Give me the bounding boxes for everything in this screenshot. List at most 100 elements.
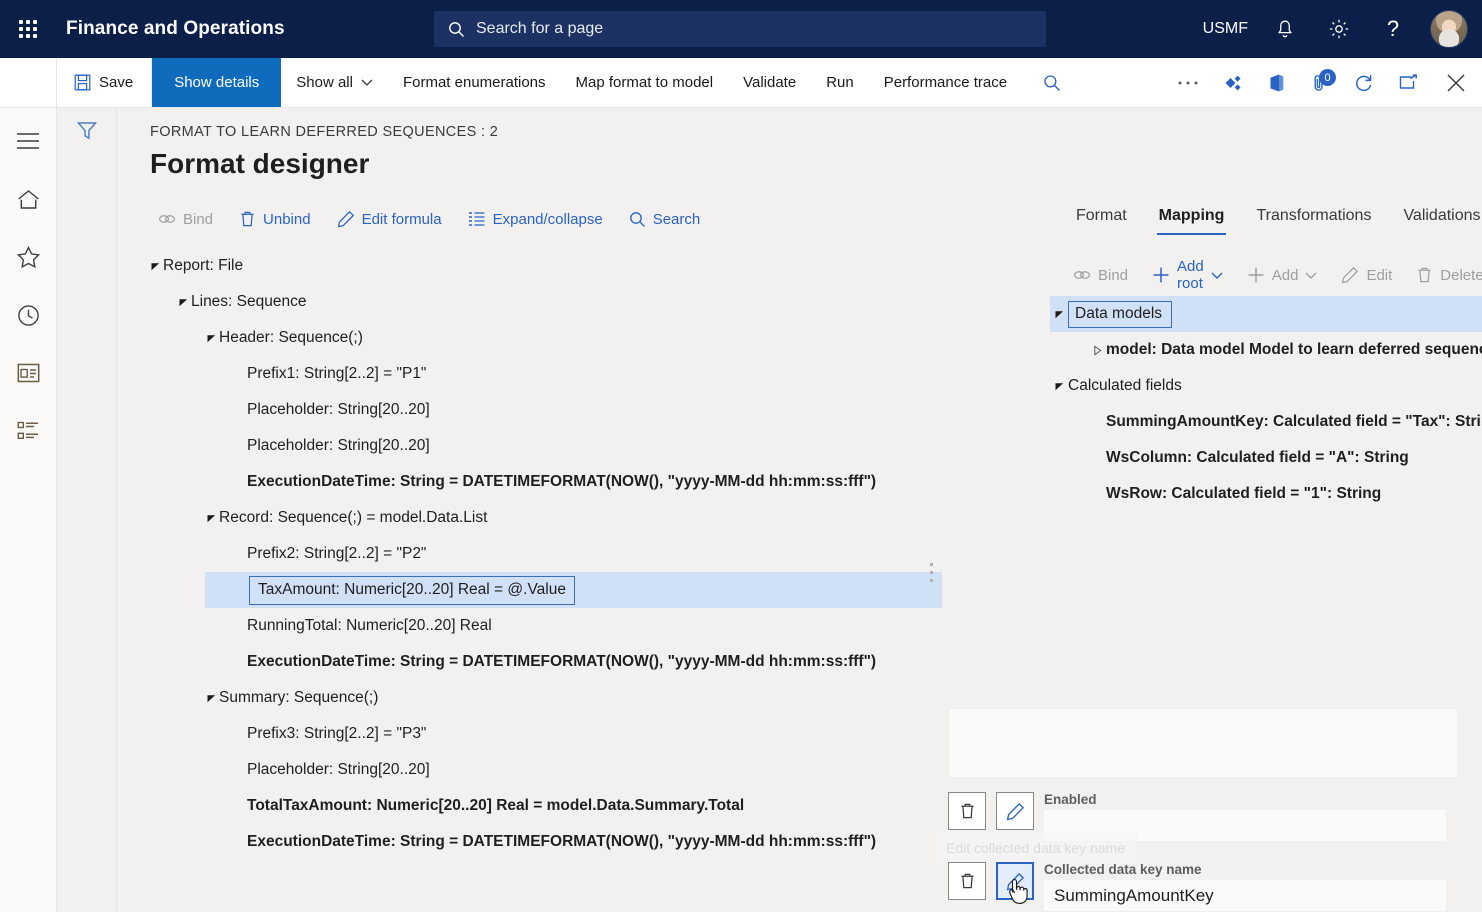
avatar[interactable] [1430, 10, 1468, 48]
collected-data-key-name-label: Collected data key name [1044, 862, 1446, 877]
caret-expanded-icon[interactable] [175, 297, 191, 308]
format-tree-row[interactable]: Header: Sequence(;) [147, 320, 947, 356]
panel-splitter[interactable] [930, 563, 933, 582]
top-navigation-bar: Finance and Operations Search for a page… [0, 0, 1482, 58]
open-in-new-window-icon[interactable] [1386, 58, 1430, 107]
caret-expanded-icon[interactable] [203, 333, 219, 344]
performance-trace-button[interactable]: Performance trace [869, 58, 1022, 107]
format-tree-row[interactable]: Prefix2: String[2..2] = "P2" [147, 536, 947, 572]
tab-format[interactable]: Format [1060, 203, 1143, 235]
left-navigation-rail [0, 108, 57, 912]
format-tree-row-label: ExecutionDateTime: String = DATETIMEFORM… [247, 653, 876, 671]
format-tree-row[interactable]: ExecutionDateTime: String = DATETIMEFORM… [147, 824, 947, 860]
show-details-button[interactable]: Show details [152, 58, 281, 107]
mapping-tree-row-label: Data models [1068, 301, 1172, 328]
format-tree-row[interactable]: TotalTaxAmount: Numeric[20..20] Real = m… [147, 788, 947, 824]
close-x-icon[interactable] [1430, 58, 1482, 107]
workspaces-icon[interactable] [11, 356, 45, 390]
filter-funnel-icon[interactable] [76, 120, 98, 912]
format-cmd-search[interactable]: Search [618, 206, 712, 233]
mapping-tree-row[interactable]: Calculated fields [1050, 368, 1482, 404]
format-tree-row-label: RunningTotal: Numeric[20..20] Real [247, 617, 492, 635]
format-tree-row-label: Report: File [163, 257, 243, 275]
edit-enabled-button[interactable] [996, 792, 1034, 830]
ellipsis-icon[interactable] [1166, 58, 1210, 107]
mapping-tree-row[interactable]: WsColumn: Calculated field = "A": String [1050, 440, 1482, 476]
paperclip-icon[interactable]: 0 [1298, 58, 1342, 107]
caret-expanded-icon[interactable] [147, 261, 163, 272]
dynamics-diamond-icon[interactable] [1210, 58, 1254, 107]
format-tree-row[interactable]: Placeholder: String[20..20] [147, 392, 947, 428]
format-tree-row[interactable]: Prefix3: String[2..2] = "P3" [147, 716, 947, 752]
office-app-icon[interactable] [1254, 58, 1298, 107]
mapping-panel-tabs: FormatMappingTransformationsValidations [1060, 203, 1482, 235]
caret-collapsed-icon[interactable] [1088, 345, 1106, 356]
format-tree-row[interactable]: ExecutionDateTime: String = DATETIMEFORM… [147, 644, 947, 680]
mapping-tree-row[interactable]: SummingAmountKey: Calculated field = "Ta… [1050, 404, 1482, 440]
clock-recent-icon[interactable] [11, 298, 45, 332]
home-icon[interactable] [11, 182, 45, 216]
waffle-grid-icon[interactable] [0, 0, 56, 58]
format-tree-row[interactable]: Prefix1: String[2..2] = "P1" [147, 356, 947, 392]
format-cmd-label: Edit formula [362, 211, 442, 228]
mapping-tree-row-selected[interactable]: Data models [1050, 296, 1482, 332]
format-cmd-bind: Bind [147, 206, 224, 233]
toolbar-search-icon[interactable] [1030, 58, 1074, 107]
format-tree-row[interactable]: Placeholder: String[20..20] [147, 428, 947, 464]
modules-list-icon[interactable] [11, 414, 45, 448]
caret-expanded-icon[interactable] [1050, 309, 1068, 320]
format-tree-row[interactable]: Report: File [147, 248, 947, 284]
format-tree-row[interactable]: Lines: Sequence [147, 284, 947, 320]
bell-icon[interactable] [1258, 0, 1312, 58]
save-button[interactable]: Save [57, 58, 152, 107]
pencil-icon [1341, 266, 1359, 284]
edit-collected-key-button[interactable] [996, 862, 1034, 900]
mapping-cmd-label: Bind [1098, 267, 1128, 284]
toolbar-left-gap [0, 58, 57, 107]
caret-expanded-icon[interactable] [1050, 381, 1068, 392]
save-label: Save [99, 74, 133, 91]
search-input[interactable]: Search for a page [434, 11, 1046, 47]
mapping-cmd-add-root[interactable]: Add root [1141, 253, 1234, 297]
format-tree-row[interactable]: Summary: Sequence(;) [147, 680, 947, 716]
format-enumerations-button[interactable]: Format enumerations [388, 58, 561, 107]
format-cmd-unbind[interactable]: Unbind [228, 205, 322, 233]
caret-expanded-icon[interactable] [203, 513, 219, 524]
caret-expanded-icon[interactable] [203, 693, 219, 704]
tab-transformations[interactable]: Transformations [1240, 203, 1387, 235]
format-tree-row[interactable]: ExecutionDateTime: String = DATETIMEFORM… [147, 464, 947, 500]
tab-mapping[interactable]: Mapping [1143, 203, 1241, 235]
run-button[interactable]: Run [811, 58, 869, 107]
format-tree-row[interactable]: Record: Sequence(;) = model.Data.List [147, 500, 947, 536]
format-tree-row-selected[interactable]: TaxAmount: Numeric[20..20] Real = @.Valu… [147, 572, 947, 608]
validate-button[interactable]: Validate [728, 58, 811, 107]
mapping-tree-row-label: WsColumn: Calculated field = "A": String [1106, 449, 1409, 467]
company-selector[interactable]: USMF [1193, 0, 1258, 58]
tab-validations[interactable]: Validations [1387, 203, 1482, 235]
format-tree-row-label: TotalTaxAmount: Numeric[20..20] Real = m… [247, 797, 744, 815]
map-format-to-model-button[interactable]: Map format to model [561, 58, 729, 107]
mapping-command-bar: BindAdd rootAddEditDelete [1062, 253, 1482, 297]
format-cmd-expand-collapse[interactable]: Expand/collapse [457, 206, 614, 233]
mapping-cmd-delete: Delete [1405, 261, 1482, 289]
delete-collected-key-button[interactable] [948, 862, 986, 900]
show-all-button[interactable]: Show all [281, 58, 388, 107]
format-cmd-edit-formula[interactable]: Edit formula [326, 205, 453, 233]
gear-icon[interactable] [1312, 0, 1366, 58]
format-tree-row[interactable]: Placeholder: String[20..20] [147, 752, 947, 788]
format-cmd-label: Search [653, 211, 701, 228]
search-icon [629, 211, 646, 228]
refresh-icon[interactable] [1342, 58, 1386, 107]
mapping-tree-row[interactable]: WsRow: Calculated field = "1": String [1050, 476, 1482, 512]
collected-data-key-name-value[interactable]: SummingAmountKey [1044, 880, 1446, 912]
mapping-tree-row-label: WsRow: Calculated field = "1": String [1106, 485, 1381, 503]
toolbar-spacer [1074, 58, 1166, 107]
delete-enabled-button[interactable] [948, 792, 986, 830]
mapping-tree-row[interactable]: model: Data model Model to learn deferre… [1050, 332, 1482, 368]
question-mark-icon[interactable]: ? [1366, 0, 1420, 58]
mapping-cmd-label: Delete [1440, 267, 1482, 284]
app-title: Finance and Operations [66, 18, 285, 40]
star-favorites-icon[interactable] [11, 240, 45, 274]
hamburger-menu-icon[interactable] [11, 124, 45, 158]
format-tree-row[interactable]: RunningTotal: Numeric[20..20] Real [147, 608, 947, 644]
